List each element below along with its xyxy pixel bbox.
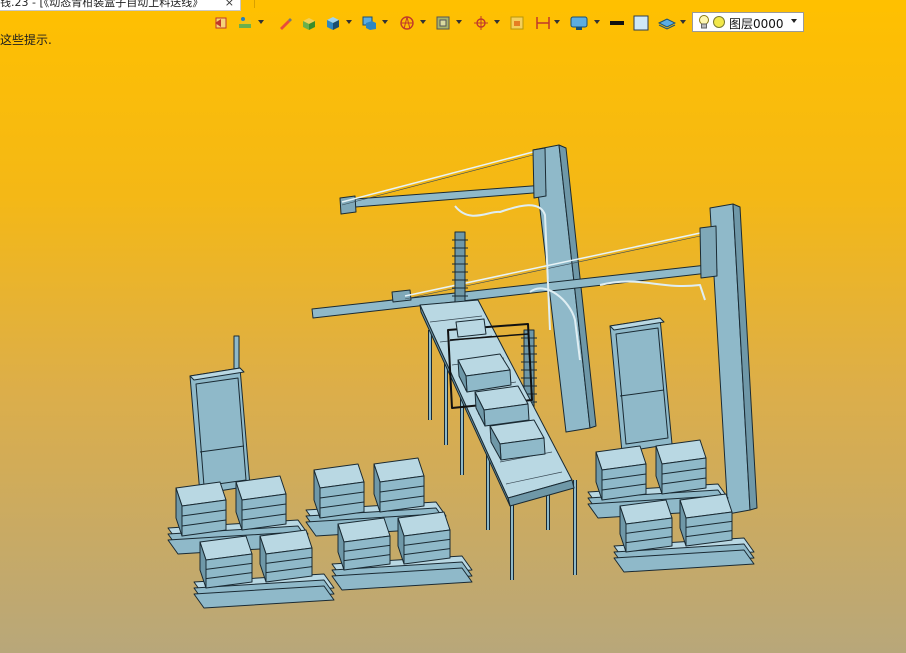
carton-box — [619, 499, 673, 553]
gantry-arm-front — [311, 225, 718, 319]
carton-box — [259, 529, 313, 583]
gantry-column-front — [709, 203, 758, 515]
carton-box — [595, 445, 647, 501]
carton-box — [235, 475, 287, 531]
gantry-arm-back — [339, 147, 547, 215]
carton-box — [679, 493, 733, 547]
carton-box — [199, 535, 253, 589]
carton-box — [373, 457, 425, 513]
carton-box — [337, 517, 391, 571]
carton-box — [397, 511, 451, 565]
carton-box — [655, 439, 707, 495]
model-viewport[interactable] — [0, 0, 906, 653]
carton-box — [175, 481, 227, 537]
control-cabinet-right — [609, 317, 673, 453]
control-cabinet-left — [189, 335, 251, 495]
carton-box — [313, 463, 365, 519]
